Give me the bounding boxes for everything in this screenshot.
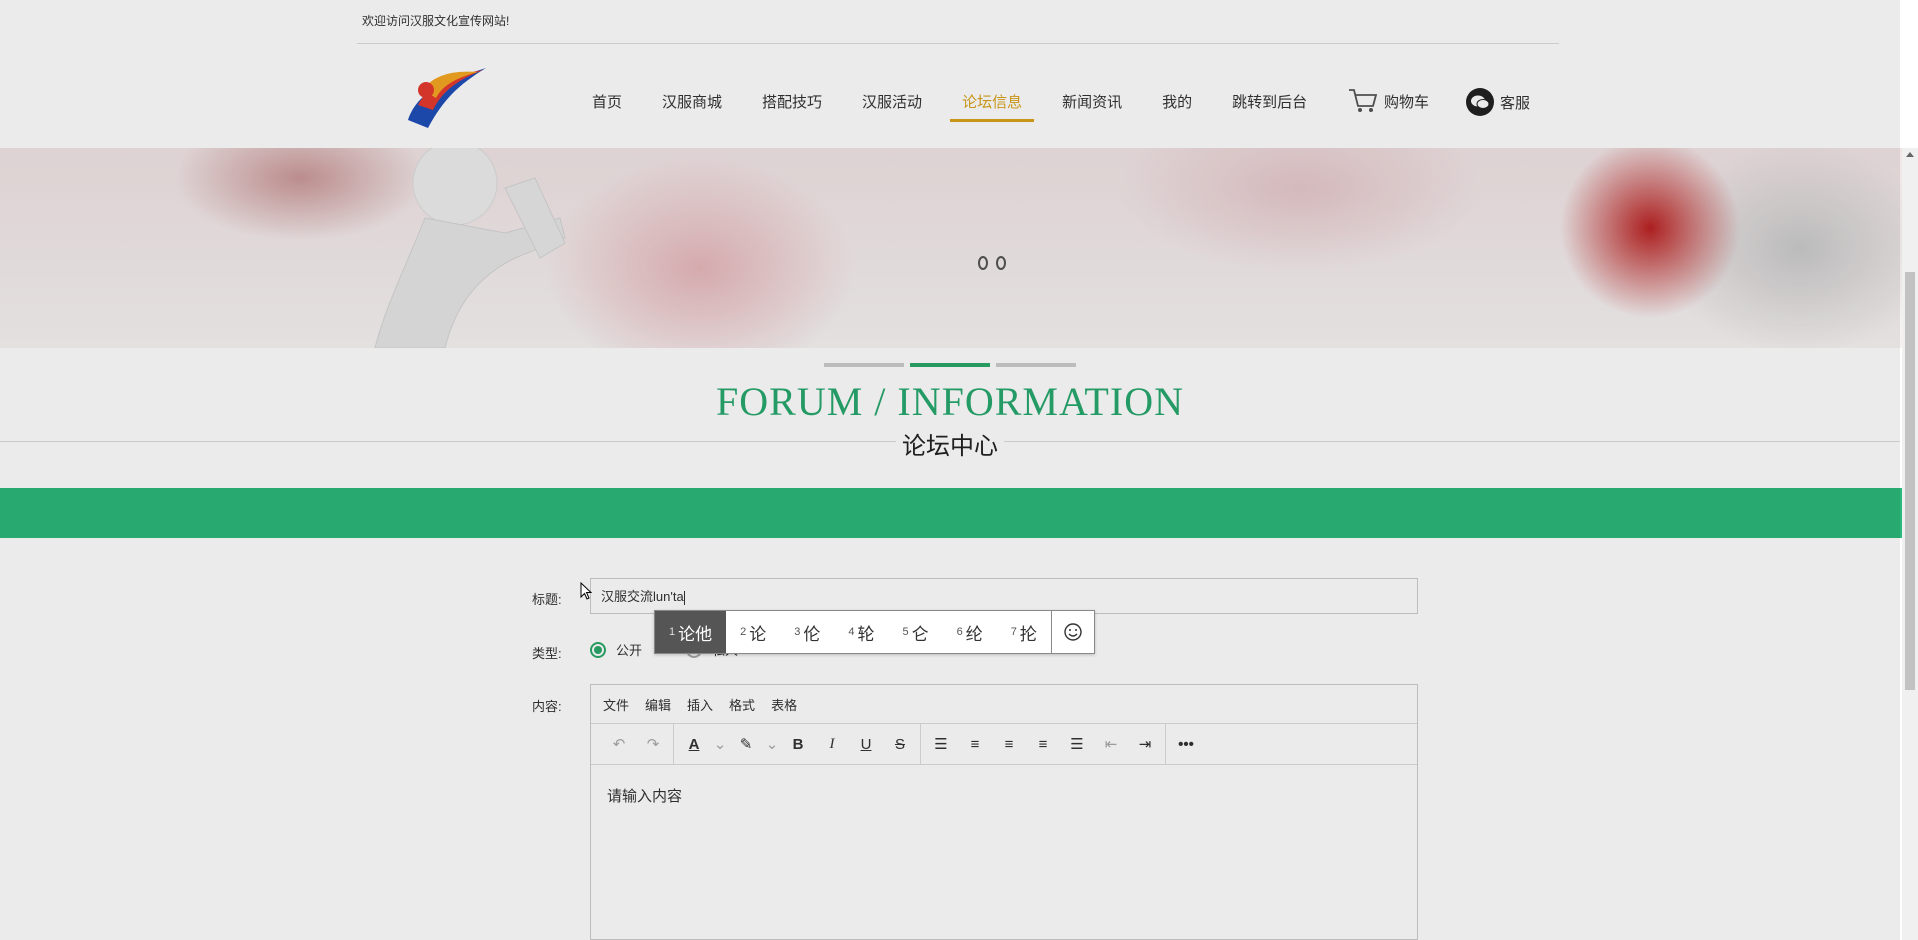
menu-file[interactable]: 文件 <box>603 695 629 714</box>
radio-public-label: 公开 <box>616 643 643 658</box>
indicator-bar-active <box>910 363 990 367</box>
align-justify-icon[interactable]: ☰ <box>1063 730 1091 758</box>
ime-candidate[interactable]: 6纶 <box>943 611 997 653</box>
carousel-indicators <box>978 256 1006 270</box>
ime-candidate-window: 1 论他 2论 3伦 4轮 5仑 6纶 7抡 <box>654 610 1095 654</box>
emoji-icon[interactable] <box>1050 611 1094 653</box>
title-label: 标题: <box>532 592 562 607</box>
cart-link[interactable]: 购物车 <box>1348 88 1429 114</box>
type-label: 类型: <box>532 646 562 661</box>
title-input[interactable]: 汉服交流lun'ta <box>590 578 1418 614</box>
align-left-icon[interactable]: ≡ <box>961 730 989 758</box>
top-bar: 欢迎访问汉服文化宣传网站! <box>357 0 1559 44</box>
align-right-icon[interactable]: ≡ <box>1029 730 1057 758</box>
radio-public[interactable] <box>590 641 606 658</box>
nav-home[interactable]: 首页 <box>580 92 634 122</box>
indicator-bar <box>824 363 904 367</box>
bold-icon[interactable]: B <box>784 730 812 758</box>
banner-carousel[interactable] <box>0 148 1902 348</box>
ime-candidate[interactable]: 5仑 <box>889 611 943 653</box>
welcome-text: 欢迎访问汉服文化宣传网站! <box>362 14 510 28</box>
menu-table[interactable]: 表格 <box>771 695 797 714</box>
highlight-color-icon[interactable]: ✎ <box>732 730 760 758</box>
nav-shop[interactable]: 汉服商城 <box>650 92 734 122</box>
site-logo[interactable] <box>398 60 490 132</box>
customer-service-link[interactable]: 客服 <box>1466 88 1530 116</box>
italic-icon[interactable]: I <box>818 730 846 758</box>
nav-tips[interactable]: 搭配技巧 <box>750 92 834 122</box>
section-title-cn-wrap: 论坛中心 <box>0 426 1900 461</box>
align-center-icon[interactable]: ≡ <box>995 730 1023 758</box>
banner-figure-image <box>374 148 566 348</box>
ime-candidate[interactable]: 3伦 <box>780 611 834 653</box>
editor-placeholder: 请输入内容 <box>607 788 683 805</box>
menu-insert[interactable]: 插入 <box>687 695 713 714</box>
wechat-icon <box>1466 88 1494 116</box>
nav-news[interactable]: 新闻资讯 <box>1050 92 1134 122</box>
carousel-dot[interactable] <box>996 256 1006 270</box>
nav-forum[interactable]: 论坛信息 <box>950 92 1035 122</box>
ime-candidate[interactable]: 7抡 <box>997 611 1051 653</box>
rich-text-editor: 文件 编辑 插入 格式 表格 ↶ ↷ A ⌄ ✎ ⌄ B I U S ☰ ≡ ≡… <box>590 684 1418 940</box>
scrollbar-thumb[interactable] <box>1905 272 1915 690</box>
editor-content-area[interactable]: 请输入内容 <box>591 765 1417 826</box>
green-divider-bar <box>0 488 1902 538</box>
section-tab-indicator <box>824 363 1076 367</box>
menu-format[interactable]: 格式 <box>729 695 755 714</box>
chevron-down-icon[interactable]: ⌄ <box>714 730 727 758</box>
undo-icon[interactable]: ↶ <box>605 730 633 758</box>
carousel-dot[interactable] <box>978 256 988 270</box>
ime-candidate[interactable]: 2论 <box>726 611 780 653</box>
ime-candidate[interactable]: 4轮 <box>834 611 888 653</box>
section-title-cn: 论坛中心 <box>896 433 1004 460</box>
cart-icon <box>1349 89 1378 112</box>
editor-toolbar: ↶ ↷ A ⌄ ✎ ⌄ B I U S ☰ ≡ ≡ ≡ ☰ ⇤ ⇥ ••• <box>591 724 1417 765</box>
content-label: 内容: <box>532 699 562 714</box>
redo-icon[interactable]: ↷ <box>639 730 667 758</box>
cart-label: 购物车 <box>1384 93 1430 111</box>
outdent-icon[interactable]: ⇤ <box>1097 730 1125 758</box>
line-height-icon[interactable]: ☰ <box>927 730 955 758</box>
menu-edit[interactable]: 编辑 <box>645 695 671 714</box>
ime-candidate[interactable]: 1 论他 <box>655 611 727 653</box>
chevron-down-icon[interactable]: ⌄ <box>766 730 779 758</box>
title-input-value: 汉服交流lun'ta <box>601 589 684 604</box>
service-label: 客服 <box>1500 94 1531 112</box>
indent-icon[interactable]: ⇥ <box>1131 730 1159 758</box>
strikethrough-icon[interactable]: S <box>886 730 914 758</box>
mouse-pointer-icon <box>580 582 592 600</box>
more-icon[interactable]: ••• <box>1172 730 1200 758</box>
page-scrollbar[interactable] <box>1902 148 1918 940</box>
nav-events[interactable]: 汉服活动 <box>850 92 934 122</box>
text-cursor <box>683 590 685 605</box>
underline-icon[interactable]: U <box>852 730 880 758</box>
nav-mine[interactable]: 我的 <box>1150 92 1204 122</box>
main-nav: 首页 汉服商城 搭配技巧 汉服活动 论坛信息 新闻资讯 我的 跳转到后台 <box>580 92 1335 122</box>
editor-menubar: 文件 编辑 插入 格式 表格 <box>591 685 1417 724</box>
text-color-icon[interactable]: A <box>680 730 708 758</box>
scroll-up-icon[interactable] <box>1906 152 1914 157</box>
nav-admin[interactable]: 跳转到后台 <box>1220 92 1319 122</box>
section-title-en: FORUM / INFORMATION <box>716 379 1184 424</box>
indicator-bar <box>996 363 1076 367</box>
